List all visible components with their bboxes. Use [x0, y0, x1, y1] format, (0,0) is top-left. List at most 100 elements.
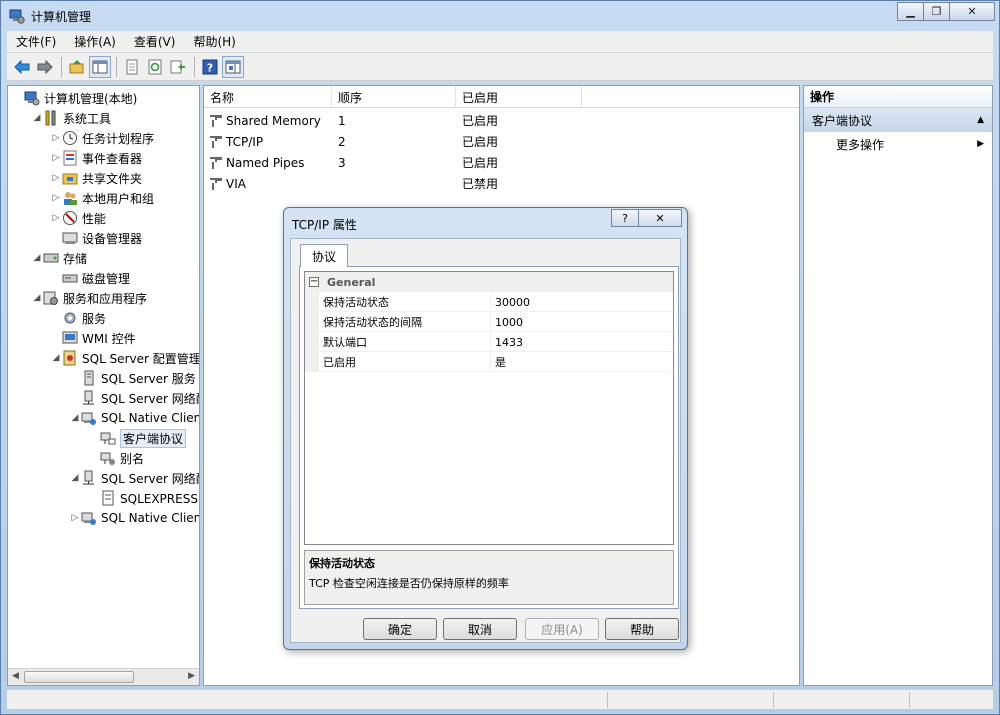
properties-icon — [126, 59, 138, 74]
tree-item[interactable]: 磁盘管理 — [50, 268, 130, 288]
actions-section-client-protocols[interactable]: 客户端协议 ▲ — [804, 108, 992, 132]
column-enabled[interactable]: 已启用 — [456, 86, 582, 108]
property-value[interactable]: 是 — [491, 352, 673, 372]
tree-item[interactable]: SQL Server 网络配置 — [69, 388, 199, 408]
users-icon — [62, 190, 78, 206]
close-button[interactable]: ✕ — [949, 2, 995, 21]
console-tree: 计算机管理(本地) ◢ 系统工具 ▷ 任务计划程序 ▷ 事件查看器 ▷ 共享文件夹 ▷ 本地用户和组… — [7, 85, 200, 686]
expanded-arrow-icon[interactable]: ◢ — [31, 113, 43, 123]
tree-item[interactable]: ▷ 事件查看器 — [50, 148, 142, 168]
tree-item[interactable]: ▷ 共享文件夹 — [50, 168, 142, 188]
dialog-title: TCP/IP 属性 — [292, 218, 357, 232]
properties-button[interactable] — [121, 56, 143, 78]
tab-protocol[interactable]: 协议 — [300, 244, 348, 267]
property-value[interactable]: 30000 — [491, 292, 673, 312]
plug-icon — [208, 155, 224, 171]
more-actions-item[interactable]: 更多操作 ▶ — [804, 132, 992, 156]
property-value[interactable]: 1433 — [491, 332, 673, 352]
expanded-arrow-icon[interactable]: ◢ — [69, 413, 81, 423]
dialog-close-button[interactable]: ✕ — [638, 209, 682, 227]
tree-item-label: 别名 — [120, 451, 145, 466]
tree-item[interactable]: 客户端协议 — [88, 428, 187, 448]
scroll-right-icon[interactable]: ▶ — [188, 671, 195, 681]
restore-icon: ❐ — [931, 5, 942, 18]
collapse-minus-icon[interactable]: − — [309, 277, 319, 287]
tree-item[interactable]: ◢ 服务和应用程序 — [31, 288, 147, 308]
column-order[interactable]: 顺序 — [332, 86, 456, 108]
column-name[interactable]: 名称 — [204, 86, 332, 108]
collapsed-arrow-icon[interactable]: ▷ — [50, 153, 62, 163]
tree-item[interactable]: 计算机管理(本地) — [12, 88, 137, 108]
forward-button[interactable] — [34, 56, 56, 78]
property-row[interactable]: 已启用是 — [305, 352, 673, 372]
tree-horizontal-scrollbar[interactable]: ◀ ▶ — [8, 668, 199, 685]
collapsed-arrow-icon[interactable]: ▷ — [69, 513, 81, 523]
tree-item-label: SQL Native Client — [101, 411, 200, 425]
property-row[interactable]: 保持活动状态的间隔 1000 — [305, 312, 673, 332]
export-list-button[interactable] — [167, 56, 189, 78]
category-general[interactable]: − General — [305, 272, 673, 292]
tree-item[interactable]: ▷ 本地用户和组 — [50, 188, 154, 208]
minimize-button[interactable]: ▁ — [897, 2, 924, 21]
help-button[interactable]: ? — [199, 56, 221, 78]
tree-item[interactable]: 服务 — [50, 308, 106, 328]
protocol-row[interactable]: TCP/IP 2 已启用 — [204, 131, 582, 152]
close-icon: ✕ — [655, 211, 665, 225]
scroll-thumb[interactable] — [24, 671, 134, 683]
ok-button[interactable]: 确定 — [363, 618, 437, 640]
tree-item[interactable]: SQLEXPRESS 的 — [88, 488, 199, 508]
refresh-button[interactable] — [144, 56, 166, 78]
tree-item[interactable]: ◢ 系统工具 — [31, 108, 111, 128]
title-bar[interactable]: 计算机管理 ▁ ❐ ✕ — [1, 1, 999, 31]
back-button[interactable] — [11, 56, 33, 78]
dialog-help-button[interactable]: ? — [611, 209, 639, 227]
menu-view[interactable]: 查看(V) — [125, 33, 185, 50]
tree-item[interactable]: 设备管理器 — [50, 228, 142, 248]
property-row[interactable]: 保持活动状态 30000 — [305, 292, 673, 312]
expanded-arrow-icon[interactable]: ◢ — [69, 473, 81, 483]
protocol-row[interactable]: Named Pipes 3 已启用 — [204, 152, 582, 173]
collapsed-arrow-icon[interactable]: ▷ — [50, 133, 62, 143]
expanded-arrow-icon[interactable]: ◢ — [31, 253, 43, 263]
scroll-left-icon[interactable]: ◀ — [12, 671, 19, 681]
tree-item[interactable]: ◢ SQL Native Client — [69, 408, 200, 428]
tools-icon — [43, 110, 59, 126]
submenu-arrow-icon: ▶ — [977, 139, 984, 149]
protocol-row[interactable]: Shared Memory 1 已启用 — [204, 110, 582, 131]
tree-item-label: SQL Server 配置管理器 — [82, 351, 200, 366]
property-value[interactable]: 1000 — [491, 312, 673, 332]
plug-icon — [208, 113, 224, 129]
up-level-button[interactable] — [66, 56, 88, 78]
protocol-row[interactable]: VIA 已禁用 — [204, 173, 582, 194]
tree-item[interactable]: ◢ SQL Server 配置管理器 — [50, 348, 200, 368]
show-hide-tree-button[interactable] — [89, 55, 111, 78]
tree-item[interactable]: ◢ 存储 — [31, 248, 87, 268]
expanded-arrow-icon[interactable]: ◢ — [31, 293, 43, 303]
storage-icon — [43, 250, 59, 266]
apply-button[interactable]: 应用(A) — [525, 618, 599, 640]
tree-item[interactable]: WMI 控件 — [50, 328, 136, 348]
show-action-pane-button[interactable] — [222, 55, 244, 78]
menu-file[interactable]: 文件(F) — [7, 33, 65, 50]
tree-item[interactable]: SQL Server 服务 — [69, 368, 196, 388]
help-dialog-button[interactable]: 帮助 — [605, 618, 679, 640]
menu-help[interactable]: 帮助(H) — [184, 33, 244, 50]
collapsed-arrow-icon[interactable]: ▷ — [50, 173, 62, 183]
tree-item[interactable]: ▷ 任务计划程序 — [50, 128, 154, 148]
menu-action[interactable]: 操作(A) — [65, 33, 125, 50]
property-row[interactable]: 默认端口 1433 — [305, 332, 673, 352]
category-label: General — [327, 275, 376, 289]
grid-gutter — [305, 332, 319, 352]
collapsed-arrow-icon[interactable]: ▷ — [50, 213, 62, 223]
property-key: 已启用 — [319, 352, 491, 372]
cancel-button[interactable]: 取消 — [443, 618, 517, 640]
tree-item[interactable]: ▷ SQL Native Client — [69, 508, 199, 528]
maximize-button[interactable]: ❐ — [923, 2, 950, 21]
protocol-name: Shared Memory — [226, 113, 321, 128]
expanded-arrow-icon[interactable]: ◢ — [50, 353, 62, 363]
tree-item[interactable]: 别名 — [88, 448, 144, 468]
collapsed-arrow-icon[interactable]: ▷ — [50, 193, 62, 203]
status-segment — [773, 692, 774, 708]
tree-item[interactable]: ◢ SQL Server 网络配置 — [69, 468, 199, 488]
tree-item[interactable]: ▷ 性能 — [50, 208, 106, 228]
